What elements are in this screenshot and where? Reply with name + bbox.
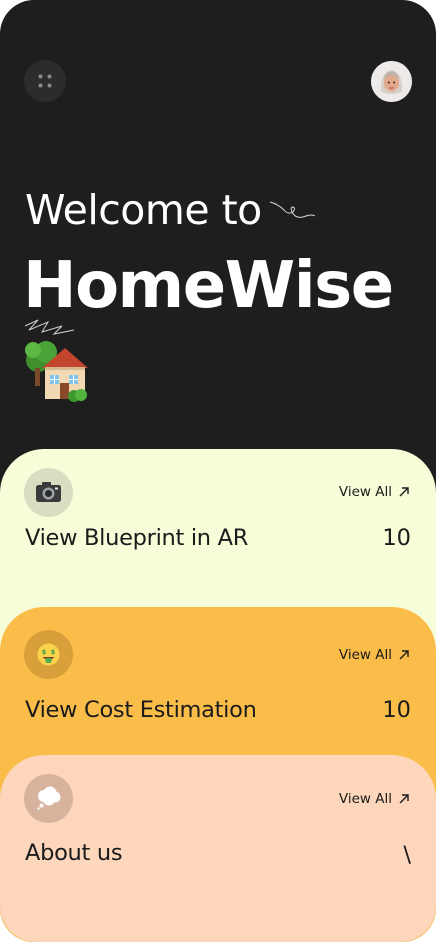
arrow-up-right-icon bbox=[399, 650, 409, 660]
arrow-up-right-icon bbox=[399, 487, 409, 497]
camera-icon bbox=[36, 482, 61, 502]
card-icon-badge bbox=[24, 774, 73, 823]
card-icon-badge bbox=[24, 468, 73, 517]
view-all-link[interactable]: View All bbox=[339, 791, 410, 807]
about-us-card[interactable]: View All About us \ bbox=[0, 755, 436, 942]
view-all-label: View All bbox=[338, 791, 392, 807]
arrow-up-right-icon bbox=[399, 794, 409, 804]
swirl-decoration-icon bbox=[269, 201, 316, 218]
card-title: View Blueprint in AR bbox=[25, 525, 249, 551]
card-title: About us bbox=[25, 840, 123, 866]
money-mouth-face-icon: $ $ bbox=[37, 643, 60, 666]
view-all-label: View All bbox=[338, 647, 392, 663]
view-all-label: View All bbox=[338, 484, 392, 500]
menu-button[interactable] bbox=[24, 60, 66, 102]
user-avatar-icon bbox=[371, 61, 412, 102]
brand-title: HomeWise bbox=[23, 249, 394, 323]
view-all-link[interactable]: View All bbox=[339, 647, 410, 663]
svg-text:$: $ bbox=[51, 648, 56, 656]
view-all-link[interactable]: View All bbox=[339, 484, 410, 500]
card-count: \ bbox=[403, 842, 411, 868]
card-title: View Cost Estimation bbox=[25, 697, 257, 723]
welcome-text: Welcome to bbox=[25, 186, 262, 234]
card-count: 10 bbox=[382, 697, 411, 723]
card-icon-badge: $ $ bbox=[24, 630, 73, 679]
card-count: 10 bbox=[382, 525, 411, 551]
house-with-garden-icon bbox=[25, 341, 88, 402]
squiggle-decoration-icon bbox=[24, 319, 75, 335]
grid-dots-icon bbox=[38, 74, 52, 88]
thought-balloon-icon bbox=[37, 786, 61, 810]
svg-text:$: $ bbox=[42, 648, 47, 656]
avatar[interactable] bbox=[371, 61, 412, 102]
app-screen: Welcome to HomeWise View All View Bluepr… bbox=[0, 0, 436, 942]
